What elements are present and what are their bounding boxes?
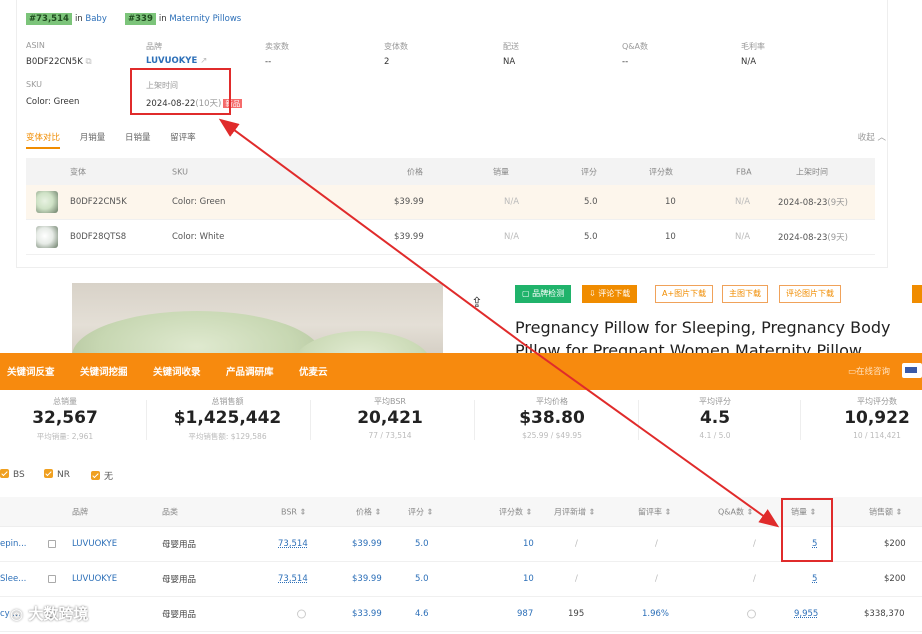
review-download-button[interactable]: ⇩ 评论下载 xyxy=(582,285,638,303)
main-image-download-button[interactable]: 主图下载 xyxy=(722,285,768,303)
sku-label: SKU xyxy=(26,80,42,89)
download-icon: ⇩ xyxy=(589,289,596,298)
variant-table-header: 变体 SKU 价格 销量 评分 评分数 FBA 上架时间 xyxy=(26,158,875,185)
chat-icon: ▭ xyxy=(847,367,856,377)
variant-count-label: 变体数 xyxy=(384,42,408,51)
margin-value: N/A xyxy=(741,57,757,67)
watermark-logo: ◎ 大数跨境 xyxy=(10,605,89,623)
filter-bs-checkbox[interactable]: BS xyxy=(0,469,25,480)
asin-label: ASIN xyxy=(26,41,45,50)
us-flag-icon[interactable] xyxy=(902,363,922,378)
delivery-value: NA xyxy=(503,57,516,67)
review-image-download-button[interactable]: 评论图片下载 xyxy=(779,285,841,303)
plugin-toolbar: 关键词反查 关键词挖掘 关键词收录 产品调研库 优麦云 ▭在线咨询 xyxy=(0,353,922,390)
sku-value: Color: Green xyxy=(26,97,80,107)
tab-monthly-sales[interactable]: 月销量 xyxy=(80,133,106,143)
margin-label: 毛利率 xyxy=(741,42,765,51)
highlight-box-sales xyxy=(781,498,833,562)
filter-none-checkbox[interactable]: 无 xyxy=(91,469,113,482)
tab-daily-sales[interactable]: 日销量 xyxy=(125,133,151,143)
rank-category-link[interactable]: Baby xyxy=(85,14,106,24)
table-row[interactable]: B0DF28QTS8 Color: White $39.99 N/A 5.0 1… xyxy=(26,220,875,255)
stat-avg-rating-count: 平均评分数 10,922 10 / 114,421 xyxy=(844,397,910,440)
stat-avg-price: 平均价格 $38.80 $25.99 / $49.95 xyxy=(519,397,585,440)
qa-label: Q&A数 xyxy=(622,42,649,51)
square-icon: ▢ xyxy=(522,289,530,298)
pillow-shape xyxy=(72,311,322,353)
seller-count-value: -- xyxy=(265,57,272,67)
divider xyxy=(638,400,639,440)
qa-value: -- xyxy=(622,57,629,67)
loading-icon xyxy=(747,609,756,619)
rank-category-link[interactable]: Maternity Pillows xyxy=(169,14,241,24)
stat-total-sales: 总销量 32,567 平均销量: 2,961 xyxy=(32,397,98,441)
rank-baby: #73,514 in Baby xyxy=(26,13,107,25)
highlight-box-listed-date xyxy=(130,68,231,115)
product-image[interactable] xyxy=(72,283,443,353)
product-thumbnail[interactable] xyxy=(36,226,58,248)
pillow-shape xyxy=(292,331,432,353)
menu-keyword-reverse[interactable]: 关键词反查 xyxy=(7,364,55,378)
stat-total-revenue: 总销售额 $1,425,442 平均销售额: $129,586 xyxy=(173,397,282,441)
divider xyxy=(146,400,147,440)
rank-tag: #73,514 xyxy=(26,13,72,25)
stat-avg-rating: 平均评分 4.5 4.1 / 5.0 xyxy=(699,397,731,440)
menu-product-research[interactable]: 产品调研库 xyxy=(226,364,274,378)
table-row[interactable]: B0DF22CN5K Color: Green $39.99 N/A 5.0 1… xyxy=(26,185,875,220)
document-icon[interactable] xyxy=(48,540,56,548)
collapse-button[interactable]: 收起 ︿ xyxy=(858,131,886,143)
brand-link[interactable]: LUVUOKYE ↗ xyxy=(146,56,207,66)
tab-variant-compare[interactable]: 变体对比 xyxy=(26,133,61,149)
product-thumbnail[interactable] xyxy=(36,191,58,213)
seller-count-label: 卖家数 xyxy=(265,42,289,51)
divider xyxy=(800,400,801,440)
divider xyxy=(310,400,311,440)
online-service-link[interactable]: ▭在线咨询 xyxy=(848,365,890,377)
table-row[interactable]: Slee... LUVUOKYE 母婴用品 73,514 $39.99 5.0 … xyxy=(0,562,922,597)
asin-value: B0DF22CN5K ⧉ xyxy=(26,57,92,67)
menu-keyword-index[interactable]: 关键词收录 xyxy=(153,364,201,378)
rank-tag: #339 xyxy=(125,13,156,25)
chevron-up-icon: ︿ xyxy=(877,133,886,143)
loading-icon xyxy=(297,609,306,619)
stat-avg-bsr: 平均BSR 20,421 77 / 73,514 xyxy=(357,397,423,440)
tab-review-rate[interactable]: 留评率 xyxy=(170,133,196,143)
side-panel-tab[interactable] xyxy=(912,285,922,303)
rank-maternity: #339 in Maternity Pillows xyxy=(125,13,241,25)
aplus-image-download-button[interactable]: A+图片下载 xyxy=(655,285,714,303)
variant-tabs: 变体对比 月销量 日销量 留评率 xyxy=(26,131,213,149)
variant-table: 变体 SKU 价格 销量 评分 评分数 FBA 上架时间 B0DF22CN5K … xyxy=(26,158,875,255)
brand-check-button[interactable]: ▢ 品牌检测 xyxy=(515,285,572,303)
brand-label: 品牌 xyxy=(146,42,162,51)
share-icon[interactable]: ⇪ xyxy=(471,295,483,311)
delivery-label: 配送 xyxy=(503,42,519,51)
filter-nr-checkbox[interactable]: NR xyxy=(44,469,70,480)
variant-count-value: 2 xyxy=(384,57,390,67)
menu-youmaiyun[interactable]: 优麦云 xyxy=(299,364,328,378)
table-row[interactable]: cy ... 母婴用品 $33.99 4.6 987 195 1.96% 9,9… xyxy=(0,597,922,632)
divider xyxy=(474,400,475,440)
copy-icon[interactable]: ⧉ xyxy=(85,57,91,67)
document-icon[interactable] xyxy=(48,575,56,583)
external-link-icon: ↗ xyxy=(200,56,208,66)
menu-keyword-mining[interactable]: 关键词挖掘 xyxy=(80,364,128,378)
